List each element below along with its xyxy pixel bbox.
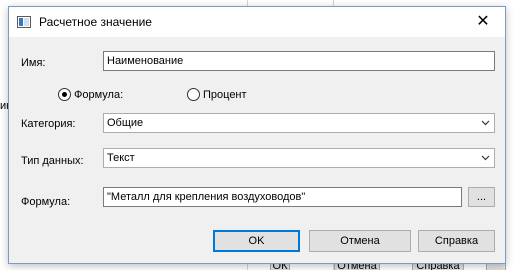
radio-percent[interactable]: Процент — [187, 88, 247, 101]
chevron-down-icon — [481, 120, 490, 126]
radio-formula-label: Формула: — [74, 88, 124, 101]
help-button[interactable]: Справка — [418, 230, 495, 252]
cancel-button[interactable]: Отмена — [309, 230, 411, 252]
title-bar[interactable]: Расчетное значение ✕ — [9, 7, 505, 37]
close-button[interactable]: ✕ — [461, 7, 505, 37]
chevron-down-icon — [481, 155, 490, 161]
category-value: Общие — [107, 117, 144, 129]
formula-label: Формула: — [21, 196, 71, 208]
formula-browse-button[interactable]: ... — [468, 187, 495, 207]
name-field[interactable]: Наименование — [103, 51, 495, 71]
name-label: Имя: — [21, 57, 46, 69]
radio-percent-label: Процент — [203, 88, 247, 101]
close-icon: ✕ — [476, 13, 490, 30]
dialog-title: Расчетное значение — [39, 15, 152, 29]
ok-button[interactable]: OK — [213, 230, 300, 252]
formula-field[interactable]: "Металл для крепления воздуховодов" — [103, 187, 462, 207]
calculated-value-dialog: Расчетное значение ✕ Имя: Наименование Ф… — [8, 6, 506, 264]
window-app-icon — [17, 16, 31, 28]
datatype-label: Тип данных: — [21, 155, 84, 167]
radio-formula[interactable]: Формула: — [58, 88, 123, 101]
category-label: Категория: — [21, 118, 76, 130]
radio-percent-indicator[interactable] — [187, 88, 200, 101]
datatype-value: Текст — [107, 152, 135, 164]
radio-formula-indicator[interactable] — [58, 88, 71, 101]
datatype-select[interactable]: Текст — [103, 148, 495, 168]
category-select[interactable]: Общие — [103, 113, 495, 133]
